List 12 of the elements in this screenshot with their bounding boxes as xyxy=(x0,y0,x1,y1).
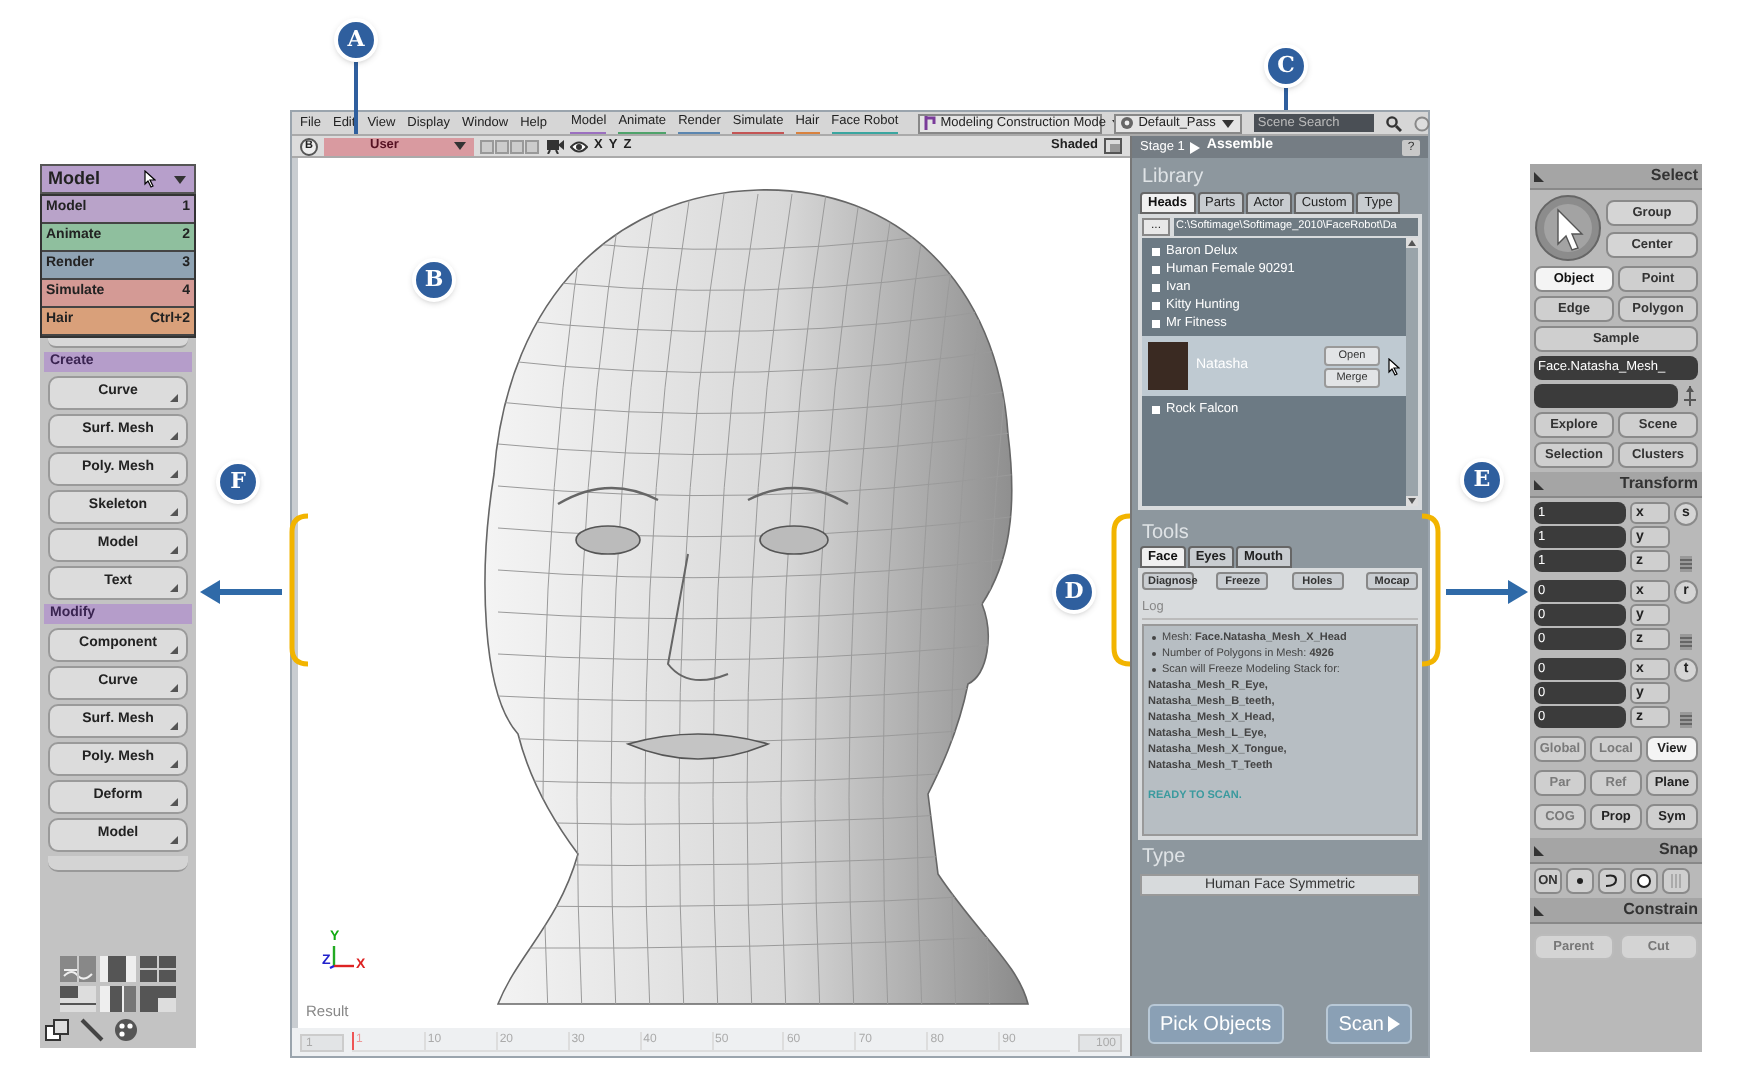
section-header: Constrain xyxy=(1530,898,1702,924)
callout-badge: C xyxy=(1264,44,1308,88)
section-title: Type xyxy=(1140,843,1188,870)
module-dropdown[interactable]: Model xyxy=(40,164,196,194)
callout-badge: F xyxy=(216,460,260,504)
section-title: Library xyxy=(1140,164,1206,190)
section-header: Snap xyxy=(1530,838,1702,864)
section-title: Tools xyxy=(1140,520,1191,546)
callout-badge: E xyxy=(1460,458,1504,502)
section-header: Transform xyxy=(1530,472,1702,498)
section-header: Select xyxy=(1530,164,1702,190)
callout-badge: A xyxy=(334,18,378,62)
